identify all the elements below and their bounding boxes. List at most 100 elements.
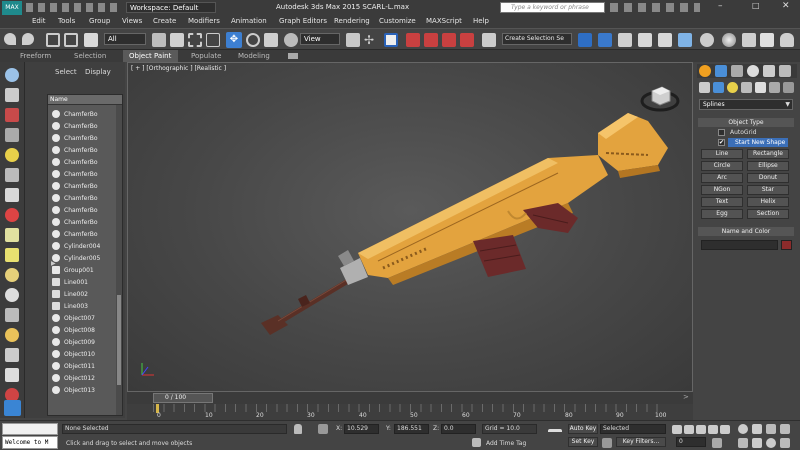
scene-list-scroll-thumb[interactable] [117,295,121,385]
display-shapes-icon[interactable] [5,128,19,142]
text-button[interactable]: Text [701,197,743,207]
display-hidden-icon[interactable] [5,348,19,362]
rendered-frame-window-icon[interactable] [760,33,774,47]
display-children-icon[interactable] [5,368,19,382]
previous-frame-icon[interactable] [684,425,694,434]
light-bulb-icon[interactable] [47,351,48,358]
light-bulb-icon[interactable] [47,363,48,370]
line-button[interactable]: Line [701,149,743,159]
light-bulb-icon[interactable] [47,243,48,250]
maximize-viewport-icon[interactable] [780,438,790,448]
helpers-category-icon[interactable] [755,82,766,93]
display-spacewarps-icon[interactable] [5,208,19,222]
light-bulb-icon[interactable] [47,183,48,190]
maximize-icon[interactable]: □ [752,1,760,10]
section-button[interactable]: Section [747,209,789,219]
display-geometry-icon[interactable] [5,108,19,122]
tab-modeling[interactable]: Modeling [238,52,270,60]
snaps-toggle-icon[interactable] [406,33,420,47]
unlink-icon[interactable] [64,33,78,47]
render-setup-icon[interactable] [742,33,756,47]
tab-object-paint[interactable]: Object Paint [123,50,178,62]
light-bulb-icon[interactable] [47,147,48,154]
list-item[interactable]: ChamferBo [48,217,122,228]
menu-customize[interactable]: Customize [379,17,416,25]
select-and-move-icon[interactable]: ✥ [226,32,242,48]
lights-category-icon[interactable] [727,82,738,93]
light-bulb-icon[interactable] [47,387,48,394]
menu-create[interactable]: Create [153,17,176,25]
scene-list-header[interactable]: Name [48,95,122,105]
zoom-icon[interactable] [738,424,748,434]
toggle-ribbon-icon[interactable] [658,33,672,47]
list-item[interactable]: ChamferBo [48,229,122,240]
utilities-tab-icon[interactable] [779,65,791,77]
circle-button[interactable]: Circle [701,161,743,171]
star-button[interactable]: Star [747,185,789,195]
time-slider-thumb[interactable]: 0 / 100 [153,393,213,403]
perspective-viewport[interactable]: [ + ] [Orthographic ] [Realistic ] [127,62,693,392]
redo-icon[interactable] [22,33,34,45]
tab-populate[interactable]: Populate [191,52,221,60]
light-bulb-icon[interactable] [47,267,48,274]
menu-graph-editors[interactable]: Graph Editors [279,17,327,25]
arc-button[interactable]: Arc [701,173,743,183]
light-bulb-icon[interactable] [47,375,48,382]
time-tag-icon[interactable] [472,438,481,447]
orbit-icon[interactable] [766,438,776,448]
absolute-mode-icon[interactable] [318,424,328,434]
auto-key-button[interactable]: Auto Key [568,424,598,434]
light-bulb-icon[interactable] [47,339,48,346]
tab-selection[interactable]: Selection [74,52,106,60]
bind-spacewarp-icon[interactable] [84,33,98,47]
minimize-icon[interactable]: – [718,1,723,11]
track-bar[interactable]: 0 10 20 30 40 50 60 70 80 90 100 [127,404,693,420]
list-item[interactable]: Cylinder004 [47,241,122,252]
key-icon[interactable] [548,429,562,437]
display-lights-icon[interactable] [5,148,19,162]
layer-explorer-icon[interactable] [618,33,632,47]
place-icon[interactable] [284,33,298,47]
y-coordinate-field[interactable]: 186.551 [394,424,429,434]
list-item[interactable]: ChamferBo [47,109,122,120]
create-tab-icon[interactable] [699,65,711,77]
list-item[interactable]: ChamferBo [47,181,122,192]
list-item[interactable]: Group001 [47,265,122,276]
light-bulb-icon[interactable] [47,111,48,118]
help-icons[interactable] [610,3,700,12]
time-slider[interactable]: 0 / 100 > [127,392,693,404]
shapes-category-icon[interactable] [713,82,724,93]
cameras-category-icon[interactable] [741,82,752,93]
scene-tab-select[interactable]: Select [55,68,77,76]
add-time-tag[interactable]: Add Time Tag [486,440,526,447]
select-by-name-icon[interactable] [170,33,184,47]
list-item[interactable]: Object008 [48,325,122,336]
spinner-snap-icon[interactable] [460,33,474,47]
spacewarps-category-icon[interactable] [769,82,780,93]
manipulate-icon[interactable]: ✢ [364,33,378,47]
light-bulb-icon[interactable] [47,171,48,178]
menu-tools[interactable]: Tools [58,17,75,25]
menu-maxscript[interactable]: MAXScript [426,17,462,25]
menu-rendering[interactable]: Rendering [334,17,370,25]
select-and-rotate-icon[interactable] [246,33,260,47]
light-bulb-icon[interactable] [47,255,48,262]
expand-arrow-icon[interactable]: ▶ [51,260,56,267]
display-groups-icon[interactable] [5,228,19,242]
list-item[interactable]: Object012 [47,373,122,384]
light-bulb-icon[interactable] [47,135,48,142]
display-helpers-icon[interactable] [5,188,19,202]
maxscript-listener-input[interactable]: Welcome to M [2,436,58,449]
percent-snap-icon[interactable] [442,33,456,47]
app-logo-icon[interactable]: MAX [2,1,22,15]
hierarchy-tab-icon[interactable] [731,65,743,77]
light-bulb-icon[interactable] [47,123,48,130]
x-coordinate-field[interactable]: 10.529 [344,424,379,434]
name-and-color-rollout-header[interactable]: Name and Color [698,227,794,236]
zoom-extents-all-icon[interactable] [780,424,790,434]
ribbon-options-icon[interactable] [288,53,298,59]
light-bulb-icon[interactable] [47,279,48,286]
quick-access-icons[interactable] [26,3,121,12]
ngon-button[interactable]: NGon [701,185,743,195]
list-item[interactable]: ChamferBo [47,169,122,180]
